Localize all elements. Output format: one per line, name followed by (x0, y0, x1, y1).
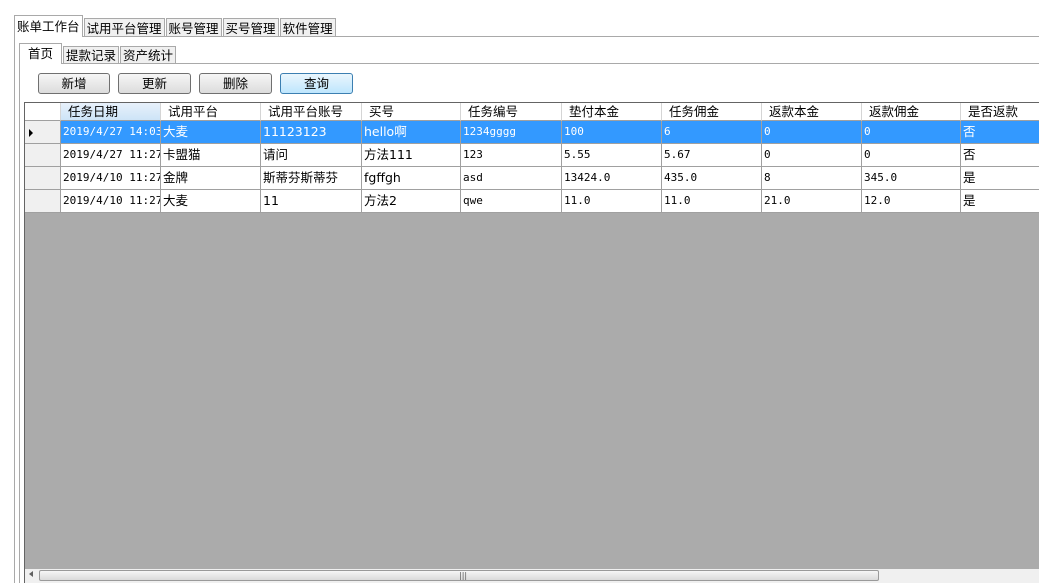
cell-task-number[interactable]: qwe (461, 190, 562, 213)
column-header-refund-commission[interactable]: 返款佣金 (862, 103, 961, 121)
scrollbar-grip-icon: ||| (459, 571, 468, 580)
column-header-advance-principal[interactable]: 垫付本金 (562, 103, 662, 121)
cell-advance-principal[interactable]: 13424.0 (562, 167, 662, 190)
column-header-platform-account[interactable]: 试用平台账号 (261, 103, 362, 121)
cell-refunded[interactable]: 否 (961, 144, 1039, 167)
cell-task-number[interactable]: asd (461, 167, 562, 190)
main-tab-strip: 账单工作台 试用平台管理 账号管理 买号管理 软件管理 (14, 15, 337, 37)
row-header[interactable] (25, 121, 61, 144)
tab-asset-statistics[interactable]: 资产统计 (120, 46, 177, 64)
table-row[interactable]: 2019/4/27 11:27 卡盟猫 请问 方法111 123 5.55 5.67 0 0 否 (25, 144, 1039, 167)
table-row[interactable]: 2019/4/27 14:03 大麦 11123123 hello啊 1234gggg 1… (25, 121, 1039, 144)
cell-advance-principal[interactable]: 5.55 (562, 144, 662, 167)
row-header[interactable] (25, 167, 61, 190)
grid-header: 任务日期 试用平台 试用平台账号 买号 任务编号 垫付本金 任务佣金 返款本金 … (25, 103, 1039, 121)
cell-platform-account[interactable]: 请问 (261, 144, 362, 167)
cell-trial-platform[interactable]: 卡盟猫 (161, 144, 261, 167)
cell-buyer-account[interactable]: 方法2 (362, 190, 461, 213)
cell-task-date[interactable]: 2019/4/10 11:27 (61, 190, 161, 213)
tab-bill-workbench[interactable]: 账单工作台 (14, 15, 83, 37)
cell-refund-principal[interactable]: 0 (762, 121, 862, 144)
row-header[interactable] (25, 144, 61, 167)
cell-refund-commission[interactable]: 0 (862, 121, 961, 144)
cell-platform-account[interactable]: 11 (261, 190, 362, 213)
tab-home[interactable]: 首页 (19, 43, 63, 64)
cell-task-date[interactable]: 2019/4/27 14:03 (61, 121, 161, 144)
cell-refund-principal[interactable]: 0 (762, 144, 862, 167)
task-data-grid[interactable]: 任务日期 试用平台 试用平台账号 买号 任务编号 垫付本金 任务佣金 返款本金 … (24, 102, 1039, 569)
grid-corner-cell (25, 103, 61, 121)
cell-platform-account[interactable]: 11123123 (261, 121, 362, 144)
add-button[interactable]: 新增 (38, 73, 110, 94)
tab-trial-platform-management[interactable]: 试用平台管理 (83, 18, 165, 37)
cell-task-commission[interactable]: 435.0 (662, 167, 762, 190)
cell-task-number[interactable]: 123 (461, 144, 562, 167)
cell-platform-account[interactable]: 斯蒂芬斯蒂芬 (261, 167, 362, 190)
delete-button[interactable]: 删除 (199, 73, 272, 94)
cell-task-date[interactable]: 2019/4/10 11:27 (61, 167, 161, 190)
cell-buyer-account[interactable]: 方法111 (362, 144, 461, 167)
cell-task-commission[interactable]: 11.0 (662, 190, 762, 213)
cell-refunded[interactable]: 是 (961, 167, 1039, 190)
current-row-arrow-icon (29, 129, 33, 137)
tab-account-management[interactable]: 账号管理 (165, 18, 222, 37)
tab-software-management[interactable]: 软件管理 (279, 18, 336, 37)
tab-buyer-account-management[interactable]: 买号管理 (222, 18, 279, 37)
table-row[interactable]: 2019/4/10 11:27 金牌 斯蒂芬斯蒂芬 fgffgh asd 13424.0 4… (25, 167, 1039, 190)
scroll-left-arrow-icon[interactable] (29, 571, 33, 577)
cell-refund-principal[interactable]: 8 (762, 167, 862, 190)
cell-task-commission[interactable]: 6 (662, 121, 762, 144)
scrollbar-thumb[interactable]: ||| (39, 570, 879, 581)
column-header-task-date[interactable]: 任务日期 (61, 103, 161, 121)
column-header-task-number[interactable]: 任务编号 (461, 103, 562, 121)
cell-refund-commission[interactable]: 0 (862, 144, 961, 167)
table-row[interactable]: 2019/4/10 11:27 大麦 11 方法2 qwe 11.0 11.0 21.0 12.… (25, 190, 1039, 213)
grid-rows: 2019/4/27 14:03 大麦 11123123 hello啊 1234gggg 1… (25, 121, 1039, 213)
cell-trial-platform[interactable]: 大麦 (161, 190, 261, 213)
sub-tab-strip: 首页 提款记录 资产统计 (19, 43, 177, 64)
cell-refund-commission[interactable]: 345.0 (862, 167, 961, 190)
horizontal-scrollbar[interactable]: ||| (24, 569, 1039, 583)
query-button[interactable]: 查询 (280, 73, 353, 94)
update-button[interactable]: 更新 (118, 73, 191, 94)
cell-refunded[interactable]: 是 (961, 190, 1039, 213)
cell-advance-principal[interactable]: 100 (562, 121, 662, 144)
cell-buyer-account[interactable]: fgffgh (362, 167, 461, 190)
cell-task-number[interactable]: 1234gggg (461, 121, 562, 144)
cell-trial-platform[interactable]: 金牌 (161, 167, 261, 190)
column-header-refunded[interactable]: 是否返款 (961, 103, 1039, 121)
column-header-trial-platform[interactable]: 试用平台 (161, 103, 261, 121)
cell-refund-principal[interactable]: 21.0 (762, 190, 862, 213)
cell-buyer-account[interactable]: hello啊 (362, 121, 461, 144)
cell-task-commission[interactable]: 5.67 (662, 144, 762, 167)
column-header-task-commission[interactable]: 任务佣金 (662, 103, 762, 121)
cell-advance-principal[interactable]: 11.0 (562, 190, 662, 213)
cell-refunded[interactable]: 否 (961, 121, 1039, 144)
cell-trial-platform[interactable]: 大麦 (161, 121, 261, 144)
column-header-refund-principal[interactable]: 返款本金 (762, 103, 862, 121)
cell-task-date[interactable]: 2019/4/27 11:27 (61, 144, 161, 167)
tab-withdrawal-records[interactable]: 提款记录 (63, 46, 120, 64)
column-header-buyer-account[interactable]: 买号 (362, 103, 461, 121)
row-header[interactable] (25, 190, 61, 213)
cell-refund-commission[interactable]: 12.0 (862, 190, 961, 213)
